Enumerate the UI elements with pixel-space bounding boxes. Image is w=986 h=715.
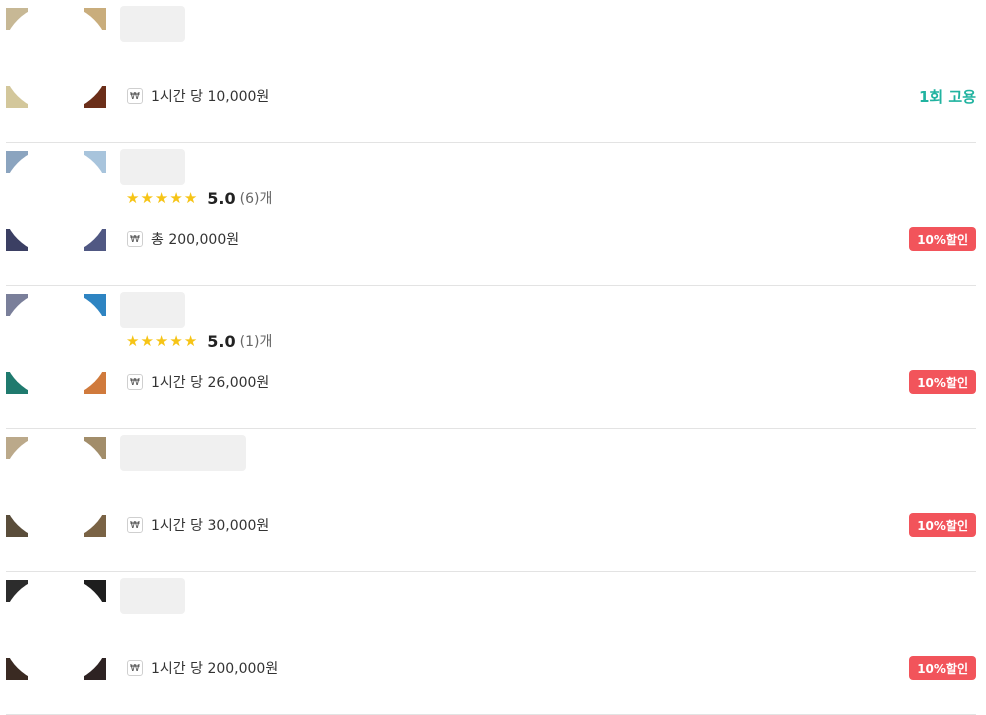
price: ₩1시간 당 30,000원 bbox=[127, 515, 269, 535]
listing-row[interactable]: ₩1시간 당 10,000원 1회 고용 bbox=[0, 0, 986, 143]
price-text: 1시간 당 30,000원 bbox=[151, 518, 270, 534]
rating: ★ ★ ★ ★ ★ 5.0 (6)개 bbox=[126, 187, 272, 209]
won-icon: ₩ bbox=[127, 660, 143, 676]
price-text: 1시간 당 200,000원 bbox=[151, 661, 279, 677]
star-icon: ★ bbox=[140, 189, 154, 207]
listing-list: ₩1시간 당 10,000원 1회 고용 ★ ★ ★ ★ ★ 5.0 (6)개 ₩ 총 200,00… bbox=[0, 0, 986, 715]
star-icon: ★ bbox=[140, 332, 154, 350]
discount-badge: 10%할인 bbox=[909, 370, 976, 394]
listing-thumbnail[interactable] bbox=[6, 151, 106, 251]
star-rating: ★ ★ ★ ★ ★ bbox=[126, 332, 197, 350]
price: ₩1시간 당 26,000원 bbox=[127, 372, 269, 392]
rating: ★ ★ ★ ★ ★ 5.0 (1)개 bbox=[126, 330, 272, 352]
listing-name-placeholder bbox=[120, 578, 185, 614]
listing-name-placeholder bbox=[120, 435, 246, 471]
listing-row[interactable]: ★ ★ ★ ★ ★ 5.0 (1)개 ₩1시간 당 26,000원 10%할인 bbox=[0, 286, 986, 429]
listing-thumbnail[interactable] bbox=[6, 8, 106, 108]
hire-count-label: 1회 고용 bbox=[918, 88, 976, 106]
won-icon: ₩ bbox=[127, 374, 143, 390]
discount-badge: 10%할인 bbox=[909, 656, 976, 680]
star-icon: ★ bbox=[169, 189, 183, 207]
thumbnail-mask bbox=[6, 437, 106, 537]
won-icon: ₩ bbox=[127, 517, 143, 533]
thumbnail-mask bbox=[6, 8, 106, 108]
star-icon: ★ bbox=[183, 332, 198, 350]
listing-row[interactable]: ★ ★ ★ ★ ★ 5.0 (6)개 ₩ 총 200,000원 10%할인 bbox=[0, 143, 986, 286]
listing-row[interactable]: ₩1시간 당 200,000원 10%할인 bbox=[0, 572, 986, 715]
discount-badge: 10%할인 bbox=[909, 513, 976, 537]
star-icon: ★ bbox=[154, 332, 169, 350]
price: ₩ 총 200,000원 bbox=[127, 229, 239, 249]
price: ₩1시간 당 200,000원 bbox=[127, 658, 278, 678]
listing-row[interactable]: ₩1시간 당 30,000원 10%할인 bbox=[0, 429, 986, 572]
won-icon: ₩ bbox=[127, 88, 143, 104]
listing-thumbnail[interactable] bbox=[6, 580, 106, 680]
thumbnail-mask bbox=[6, 580, 106, 680]
listing-thumbnail[interactable] bbox=[6, 294, 106, 394]
star-icon: ★ bbox=[126, 332, 140, 350]
listing-name-placeholder bbox=[120, 6, 185, 42]
star-icon: ★ bbox=[183, 189, 198, 207]
star-rating: ★ ★ ★ ★ ★ bbox=[126, 189, 197, 207]
price-text: 1시간 당 26,000원 bbox=[151, 375, 270, 391]
discount-badge: 10%할인 bbox=[909, 227, 976, 251]
price-text: 총 200,000원 bbox=[151, 232, 240, 248]
listing-name-placeholder bbox=[120, 149, 185, 185]
star-icon: ★ bbox=[169, 332, 183, 350]
review-count: (6)개 bbox=[239, 191, 273, 207]
star-icon: ★ bbox=[126, 189, 140, 207]
listing-thumbnail[interactable] bbox=[6, 437, 106, 537]
thumbnail-mask bbox=[6, 294, 106, 394]
price: ₩1시간 당 10,000원 bbox=[127, 86, 269, 106]
star-icon: ★ bbox=[154, 189, 169, 207]
rating-score: 5.0 bbox=[207, 188, 236, 208]
review-count: (1)개 bbox=[239, 334, 273, 350]
rating-score: 5.0 bbox=[207, 331, 236, 351]
listing-name-placeholder bbox=[120, 292, 185, 328]
price-text: 1시간 당 10,000원 bbox=[151, 89, 270, 105]
won-icon: ₩ bbox=[127, 231, 143, 247]
thumbnail-mask bbox=[6, 151, 106, 251]
